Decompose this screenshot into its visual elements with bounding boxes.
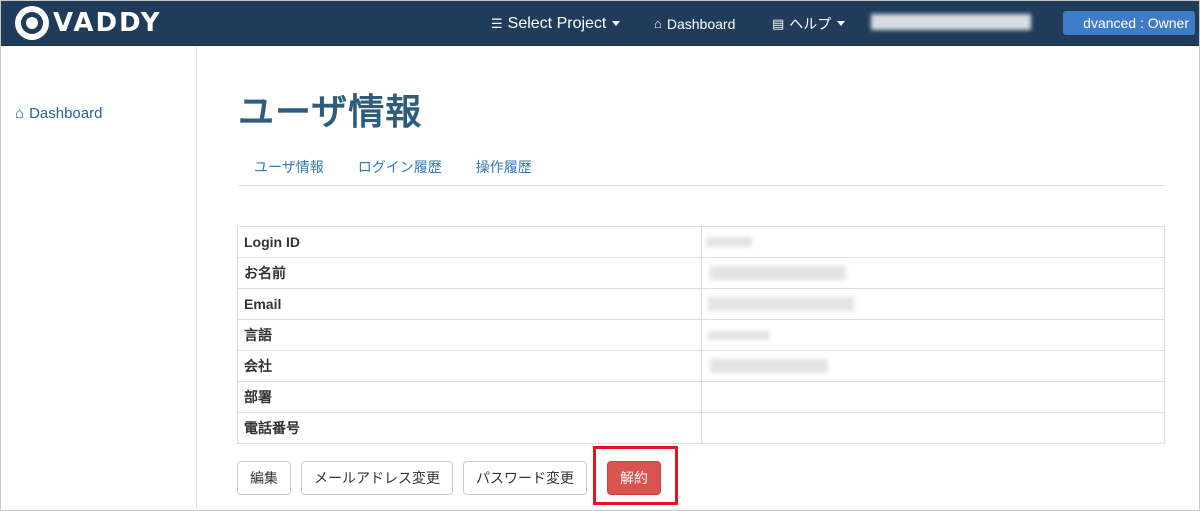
tab-operation-history[interactable]: 操作履歴: [460, 146, 548, 185]
home-icon: ⌂: [654, 16, 662, 31]
top-navbar: VADDY ☰ Select Project ⌂ Dashboard ▤ ヘルプ…: [1, 1, 1199, 46]
table-row: 部署: [237, 381, 1165, 413]
select-project-label: Select Project: [507, 14, 607, 32]
caret-down-icon: [612, 21, 621, 26]
row-label-company: 会社: [237, 350, 702, 382]
select-project-dropdown[interactable]: ☰ Select Project: [491, 1, 621, 46]
brand-logo[interactable]: VADDY: [15, 5, 162, 41]
row-value-company: [701, 350, 1165, 382]
table-row: 言語: [237, 319, 1165, 351]
help-dropdown[interactable]: ▤ ヘルプ: [772, 1, 846, 46]
row-value-login-id: [701, 226, 1165, 258]
help-label: ヘルプ: [789, 15, 832, 32]
change-email-button[interactable]: メールアドレス変更: [301, 461, 453, 495]
row-label-email: Email: [237, 288, 702, 320]
nav-dashboard-label: Dashboard: [666, 15, 736, 32]
row-label-name: お名前: [237, 257, 702, 289]
table-row: 会社: [237, 350, 1165, 382]
row-value-name: [701, 257, 1165, 289]
row-label-phone: 電話番号: [237, 412, 702, 444]
row-value-phone: [701, 412, 1165, 444]
list-icon: ☰: [491, 15, 503, 31]
sidebar-item-dashboard[interactable]: ⌂ Dashboard: [15, 105, 102, 122]
tab-user-info[interactable]: ユーザ情報: [238, 146, 340, 185]
book-icon: ▤: [772, 15, 785, 31]
row-label-login-id: Login ID: [237, 226, 702, 258]
row-value-email: [701, 288, 1165, 320]
brand-name: VADDY: [53, 8, 162, 38]
table-row: Email: [237, 288, 1165, 320]
highlight-annotation-box: [593, 446, 678, 505]
page-title: ユーザ情報: [238, 91, 423, 132]
user-plan-label: dvanced : Owner: [1083, 15, 1189, 31]
user-tabs: ユーザ情報 ログイン履歴 操作履歴: [238, 146, 1165, 186]
table-row: Login ID: [237, 226, 1165, 258]
user-info-table: Login ID お名前 Email 言語 会社 部署 電話番号: [237, 226, 1165, 444]
nav-dashboard-link[interactable]: ⌂ Dashboard: [654, 1, 735, 46]
row-value-department: [701, 381, 1165, 413]
home-icon: ⌂: [15, 105, 25, 122]
table-row: 電話番号: [237, 412, 1165, 444]
redacted-user-name[interactable]: [871, 14, 1031, 30]
row-value-language: [701, 319, 1165, 351]
sidebar-item-label: Dashboard: [29, 105, 103, 122]
caret-down-icon: [837, 21, 846, 26]
change-password-button[interactable]: パスワード変更: [463, 461, 587, 495]
vaddy-logo-icon: [15, 6, 49, 40]
sidebar: ⌂ Dashboard: [1, 47, 197, 511]
user-plan-badge[interactable]: dvanced : Owner: [1063, 11, 1195, 35]
tab-login-history[interactable]: ログイン履歴: [342, 146, 458, 185]
edit-button[interactable]: 編集: [237, 461, 291, 495]
row-label-department: 部署: [237, 381, 702, 413]
table-row: お名前: [237, 257, 1165, 289]
row-label-language: 言語: [237, 319, 702, 351]
